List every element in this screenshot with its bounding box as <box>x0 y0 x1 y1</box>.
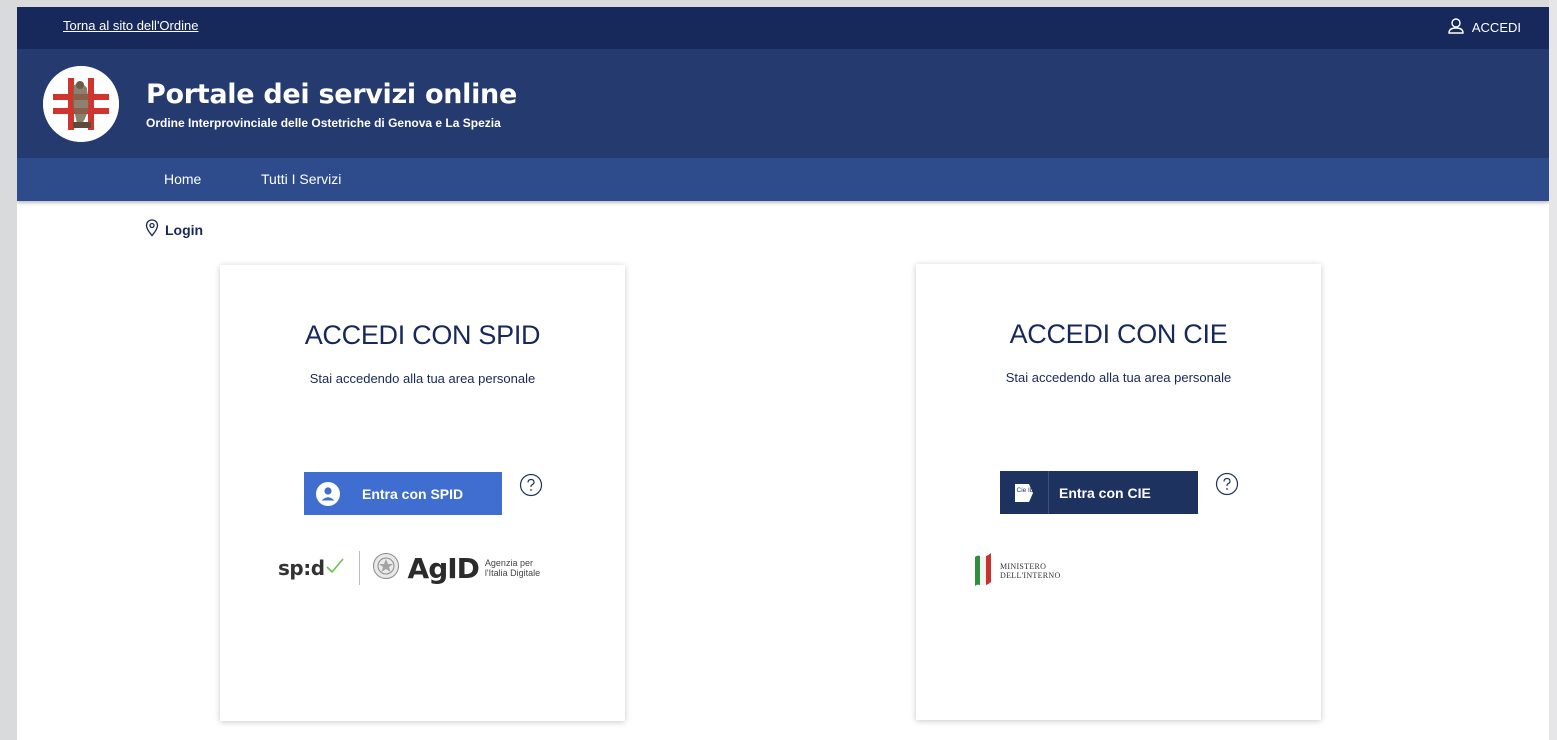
spid-agid-logos: sp:d AgID Agenzia per l'Italia Digitale <box>278 548 540 588</box>
agid-caption-line2: l'Italia Digitale <box>484 568 541 578</box>
site-title: Portale dei servizi online <box>146 79 517 110</box>
site-subtitle: Ordine Interprovinciale delle Ostetriche… <box>146 116 501 130</box>
agid-logo-text: AgID <box>407 551 480 585</box>
nav-item-home[interactable]: Home <box>164 171 201 187</box>
cie-card-title: ACCEDI CON CIE <box>1009 319 1228 349</box>
ministry-line2: DELL'INTERNO <box>1000 571 1061 580</box>
spid-login-card: ACCEDI CON SPID Stai accedendo alla tua … <box>220 265 625 721</box>
spid-check-icon <box>325 557 345 579</box>
spid-login-button[interactable]: Entra con SPID <box>304 472 502 515</box>
spid-logo-text: sp:d <box>278 556 325 580</box>
breadcrumb-current: Login <box>165 221 204 238</box>
ministry-text: MINISTERO DELL'INTERNO <box>1000 562 1061 580</box>
spid-help-icon[interactable] <box>519 473 543 497</box>
logo-divider <box>358 551 360 585</box>
cie-card-subtitle: Stai accedendo alla tua area personale <box>1005 370 1232 385</box>
cie-login-button[interactable]: Cie ID Entra con CIE <box>1000 471 1198 514</box>
back-to-site-link[interactable]: Torna al sito dell'Ordine <box>63 18 198 33</box>
main-nav: Home Tutti I Servizi <box>17 158 1549 201</box>
cie-help-icon[interactable] <box>1215 472 1239 496</box>
user-icon <box>1447 17 1465 38</box>
agid-caption: Agenzia per l'Italia Digitale <box>485 558 540 578</box>
spid-user-icon <box>304 472 352 515</box>
italian-flag-icon <box>974 551 992 591</box>
site-header: Portale dei servizi online Ordine Interp… <box>17 49 1549 158</box>
agid-caption-line1: Agenzia per <box>484 558 533 568</box>
cie-id-icon: Cie ID <box>1000 471 1049 514</box>
order-logo[interactable] <box>43 66 119 142</box>
cie-login-button-label: Entra con CIE <box>1059 484 1151 501</box>
login-link-label: ACCEDI <box>1471 20 1521 35</box>
italian-emblem-icon <box>372 552 400 584</box>
login-link[interactable]: ACCEDI <box>1447 17 1521 38</box>
window-scroll-edge <box>1549 0 1557 740</box>
spid-card-subtitle: Stai accedendo alla tua area personale <box>309 371 536 386</box>
map-pin-icon <box>145 219 159 240</box>
nav-item-tutti-i-servizi[interactable]: Tutti I Servizi <box>261 171 341 187</box>
spid-card-title: ACCEDI CON SPID <box>304 320 541 350</box>
cie-icon-text: Cie ID <box>1017 487 1035 494</box>
page-frame: Torna al sito dell'Ordine ACCEDI Portale… <box>17 7 1549 740</box>
spid-login-button-label: Entra con SPID <box>362 485 464 502</box>
breadcrumb: Login <box>145 219 203 240</box>
top-utility-bar: Torna al sito dell'Ordine ACCEDI <box>17 7 1549 49</box>
cie-login-card: ACCEDI CON CIE Stai accedendo alla tua a… <box>916 264 1321 720</box>
ministry-line1: MINISTERO <box>1000 562 1047 571</box>
ministry-logo: MINISTERO DELL'INTERNO <box>974 551 1061 591</box>
